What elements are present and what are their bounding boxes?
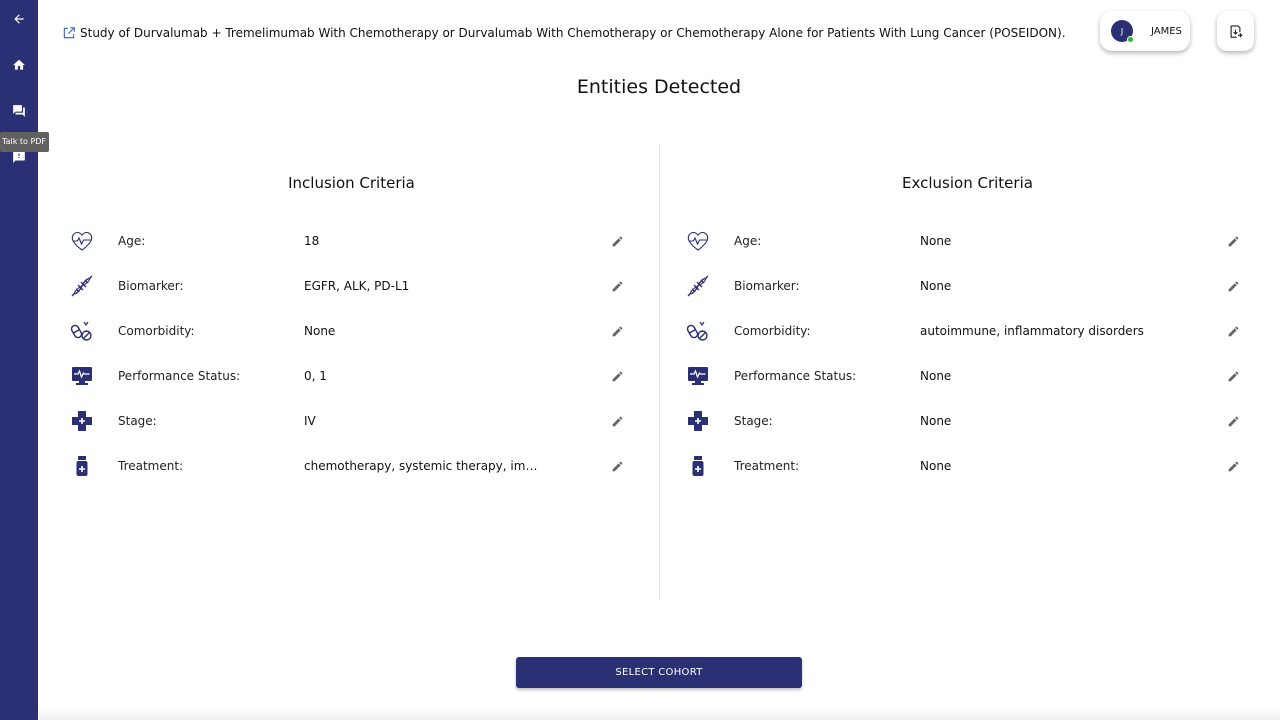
criteria-value: None [920,414,952,428]
open-external-icon [63,27,75,39]
edit-icon[interactable] [609,458,625,474]
home-icon [13,59,25,70]
criteria-value: EGFR, ALK, PD-L1 [304,279,410,293]
edit-icon[interactable] [1225,323,1241,339]
inclusion-row: Comorbidity: None [64,316,634,346]
inclusion-row: Stage: IV [64,406,634,436]
edit-icon[interactable] [609,413,625,429]
inclusion-row: Age: 18 [64,226,634,256]
avatar-initial: J [1120,26,1124,36]
criteria-value: 18 [304,234,320,248]
export-icon [1230,24,1243,38]
medical-cross-icon [70,408,94,434]
inclusion-row: Performance Status: 0, 1 [64,361,634,391]
back-arrow-icon [14,14,24,24]
edit-icon[interactable] [1225,278,1241,294]
edit-icon[interactable] [1225,368,1241,384]
panel-divider [659,145,660,600]
user-menu[interactable]: J JAMES [1100,11,1190,51]
sidebar [0,0,38,720]
exclusion-row: Biomarker: None [680,271,1250,301]
edit-icon[interactable] [609,323,625,339]
criteria-label: Stage: [118,414,157,428]
heart-pulse-icon [70,228,94,254]
avatar: J [1111,20,1134,43]
criteria-value: None [920,234,952,248]
criteria-label: Age: [118,234,146,248]
medicine-bottle-icon [70,453,94,479]
edit-icon[interactable] [609,368,625,384]
criteria-label: Comorbidity: [734,324,811,338]
chat-button[interactable] [0,96,38,126]
inclusion-row: Biomarker: EGFR, ALK, PD-L1 [64,271,634,301]
select-cohort-button[interactable]: SELECT COHORT [516,657,802,688]
criteria-value: IV [304,414,316,428]
topbar: Study of Durvalumab + Tremelimumab With … [38,0,1280,70]
monitor-icon [686,363,710,389]
edit-icon[interactable] [1225,458,1241,474]
export-button[interactable] [1217,11,1254,51]
criteria-value: chemotherapy, systemic therapy, imm... [304,459,544,473]
online-status-dot [1127,36,1134,43]
page-title: Entities Detected [576,76,742,98]
heart-pulse-icon [686,228,710,254]
dna-icon [686,273,710,299]
criteria-value: None [920,279,952,293]
criteria-label: Comorbidity: [118,324,195,338]
exclusion-title: Exclusion Criteria [902,174,1033,192]
criteria-value: autoimmune, inflammatory disorders [920,324,1144,338]
user-name: JAMES [1151,25,1182,37]
bottom-shade [38,705,1280,720]
edit-icon[interactable] [609,278,625,294]
criteria-label: Performance Status: [118,369,241,383]
criteria-value: None [920,459,952,473]
dna-icon [70,273,94,299]
criteria-label: Biomarker: [734,279,800,293]
criteria-value: None [304,324,336,338]
inclusion-title: Inclusion Criteria [288,174,415,192]
exclusion-row: Comorbidity: autoimmune, inflammatory dis… [680,316,1250,346]
home-button[interactable] [0,50,38,80]
sidebar-tooltip: Talk to PDF [0,132,49,152]
exclusion-row: Age: None [680,226,1250,256]
inclusion-row: Treatment: chemotherapy, systemic therapy… [64,451,634,481]
criteria-value: 0, 1 [304,369,327,383]
chat-icon [13,105,25,117]
exclusion-row: Performance Status: None [680,361,1250,391]
criteria-label: Stage: [734,414,773,428]
feedback-icon [13,151,25,163]
study-title-link[interactable]: Study of Durvalumab + Tremelimumab With … [62,26,1066,40]
criteria-label: Treatment: [734,459,800,473]
back-button[interactable] [0,4,38,34]
edit-icon[interactable] [1225,233,1241,249]
edit-icon[interactable] [609,233,625,249]
exclusion-row: Stage: None [680,406,1250,436]
monitor-icon [70,363,94,389]
criteria-label: Biomarker: [118,279,184,293]
pills-icon [70,318,94,344]
pills-icon [686,318,710,344]
medical-cross-icon [686,408,710,434]
criteria-label: Performance Status: [734,369,857,383]
exclusion-row: Treatment: None [680,451,1250,481]
criteria-value: None [920,369,952,383]
edit-icon[interactable] [1225,413,1241,429]
medicine-bottle-icon [686,453,710,479]
study-title-text: Study of Durvalumab + Tremelimumab With … [80,26,1066,40]
criteria-label: Age: [734,234,762,248]
criteria-label: Treatment: [118,459,184,473]
